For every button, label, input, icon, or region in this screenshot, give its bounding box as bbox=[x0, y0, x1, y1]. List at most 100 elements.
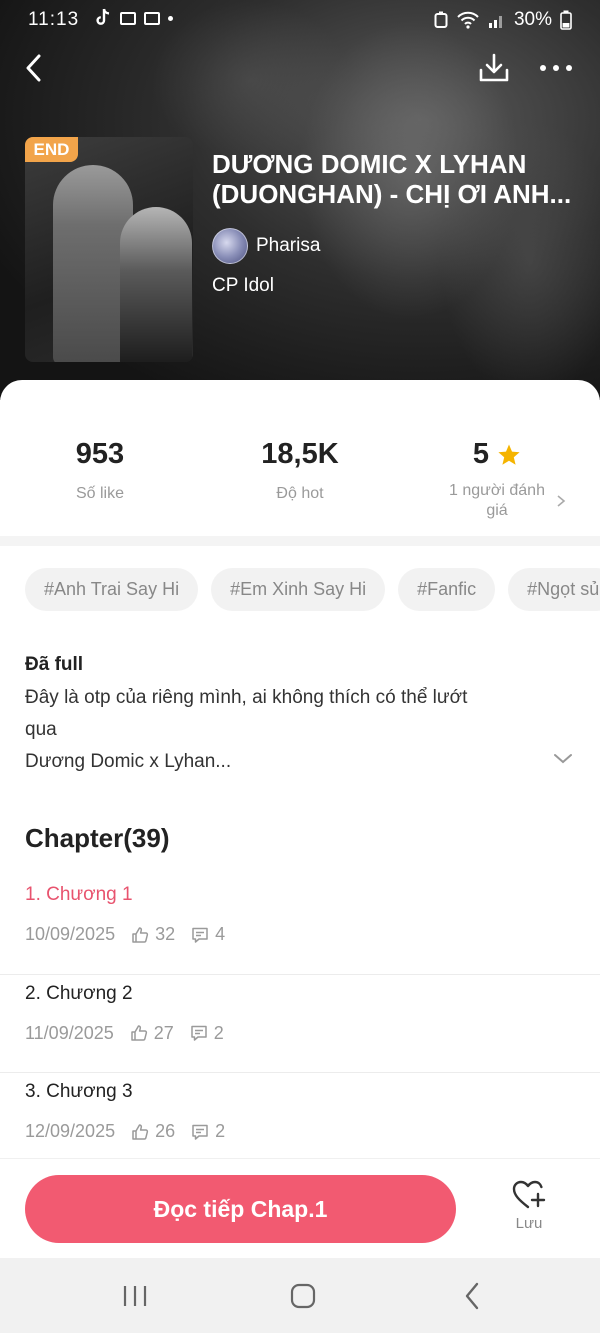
comment-icon bbox=[192, 927, 208, 943]
status-bar: 11:13 30% bbox=[0, 0, 600, 40]
tag-chip[interactable]: #Anh Trai Say Hi bbox=[25, 568, 199, 611]
section-divider bbox=[0, 536, 600, 546]
comment-icon bbox=[191, 1025, 207, 1041]
hero-banner: 11:13 30% END DƯƠNG DOMIC X LYHAN (DUONG… bbox=[0, 0, 600, 400]
home-button[interactable] bbox=[281, 1278, 325, 1314]
chapter-title: 1. Chương 1 bbox=[25, 884, 133, 905]
system-back-icon bbox=[465, 1282, 479, 1310]
home-icon bbox=[290, 1283, 316, 1309]
comments-group: 2 bbox=[191, 1121, 225, 1142]
chapter-date: 12/09/2025 bbox=[25, 1121, 116, 1141]
notification-icons bbox=[94, 8, 173, 28]
stat-value: 18,5K bbox=[261, 438, 339, 470]
likes-count: 32 bbox=[155, 924, 176, 944]
stat-label: Độ hot bbox=[276, 485, 324, 502]
heart-plus-icon bbox=[512, 1180, 546, 1209]
chapter-meta: 11/09/2025 27 2 bbox=[25, 1023, 224, 1044]
stat-label: Số like bbox=[75, 485, 125, 502]
stat-value: 5 bbox=[473, 438, 521, 471]
mail-icon bbox=[120, 11, 136, 25]
author-avatar bbox=[212, 228, 248, 264]
comments-group: 4 bbox=[191, 924, 225, 945]
recent-apps-button[interactable] bbox=[113, 1278, 157, 1314]
status-time: 11:13 bbox=[28, 9, 80, 30]
chapter-date: 11/09/2025 bbox=[25, 1022, 114, 1043]
tag-list: #Anh Trai Say Hi #Em Xinh Say Hi #Fanfic… bbox=[25, 568, 600, 611]
likes-group: 32 bbox=[131, 924, 175, 945]
description-line: Dương Domic x Lyhan... bbox=[25, 751, 232, 772]
chapters-header: Chapter(39) bbox=[25, 823, 170, 853]
stat-rating[interactable]: 5 1 người đánh giá bbox=[397, 438, 597, 521]
comments-count: 4 bbox=[215, 924, 226, 944]
book-title: DƯƠNG DOMIC X LYHAN (DUONGHAN) - CHỊ ƠI … bbox=[212, 149, 580, 211]
star-icon bbox=[498, 444, 520, 465]
likes-group: 26 bbox=[131, 1121, 175, 1142]
likes-count: 27 bbox=[153, 1022, 174, 1043]
more-button[interactable] bbox=[536, 48, 576, 88]
chapter-item[interactable]: 3. Chương 3 12/09/2025 26 2 bbox=[0, 1073, 600, 1172]
stat-value: 953 bbox=[75, 438, 125, 470]
likes-group: 27 bbox=[130, 1023, 174, 1044]
chapter-date: 10/09/2025 bbox=[25, 924, 116, 944]
comments-count: 2 bbox=[215, 1121, 226, 1141]
rating-value: 5 bbox=[472, 438, 490, 470]
chapter-title: 3. Chương 3 bbox=[25, 1081, 133, 1102]
tiktok-icon bbox=[96, 8, 110, 25]
chapter-meta: 10/09/2025 32 4 bbox=[25, 924, 225, 945]
save-button[interactable]: Lưu bbox=[490, 1179, 568, 1245]
system-back-button[interactable] bbox=[450, 1278, 494, 1314]
description-text: Đây là otp của riêng mình, ai không thíc… bbox=[25, 682, 555, 778]
description[interactable]: Đã full Đây là otp của riêng mình, ai kh… bbox=[25, 652, 555, 778]
back-button[interactable] bbox=[14, 48, 54, 88]
stat-hot: 18,5K Độ hot bbox=[200, 438, 400, 503]
description-line: Đây là otp của riêng mình, ai không thíc… bbox=[25, 687, 468, 708]
tag-chip[interactable]: #Ngọt sủ bbox=[508, 568, 600, 611]
chapter-item[interactable]: 1. Chương 1 10/09/2025 32 4 bbox=[0, 876, 600, 975]
cover-figure bbox=[120, 207, 192, 362]
author[interactable]: Pharisa bbox=[212, 228, 320, 264]
bottom-action-bar: Đọc tiếp Chap.1 Lưu bbox=[0, 1158, 600, 1258]
tag-chip[interactable]: #Em Xinh Say Hi bbox=[211, 568, 386, 611]
chapter-meta: 12/09/2025 26 2 bbox=[25, 1121, 225, 1142]
alarm-icon bbox=[434, 11, 448, 28]
continue-reading-button[interactable]: Đọc tiếp Chap.1 bbox=[25, 1175, 456, 1243]
comments-count: 2 bbox=[213, 1022, 224, 1043]
recent-apps-icon bbox=[123, 1286, 147, 1306]
chapter-list: 1. Chương 1 10/09/2025 32 4 2. Chương 2 … bbox=[0, 876, 600, 1172]
signal-icon bbox=[488, 16, 502, 28]
download-button[interactable] bbox=[474, 48, 514, 88]
description-status: Đã full bbox=[25, 654, 84, 675]
battery-percent: 30% bbox=[513, 9, 552, 30]
thumbs-up-icon bbox=[131, 1025, 147, 1041]
book-title-line: DƯƠNG DOMIC X LYHAN bbox=[212, 149, 527, 179]
wifi-icon bbox=[457, 11, 479, 29]
comments-group: 2 bbox=[190, 1023, 224, 1044]
tag-chip[interactable]: #Fanfic bbox=[398, 568, 496, 611]
book-cover[interactable] bbox=[25, 137, 193, 362]
chevron-right-icon bbox=[557, 495, 566, 507]
more-dots-icon bbox=[540, 65, 572, 71]
thumbs-up-icon bbox=[132, 926, 149, 943]
stat-label: 1 người đánh giá bbox=[449, 482, 545, 519]
book-title-line: (DUONGHAN) - CHỊ ƠI ANH... bbox=[212, 179, 572, 209]
gallery-icon bbox=[144, 11, 160, 25]
download-icon bbox=[479, 53, 509, 82]
chapter-title: 2. Chương 2 bbox=[25, 982, 133, 1004]
description-line: qua bbox=[25, 719, 57, 740]
category-label[interactable]: CP Idol bbox=[212, 275, 274, 297]
comment-icon bbox=[192, 1124, 208, 1140]
chevron-down-icon[interactable] bbox=[552, 752, 574, 766]
end-badge: END bbox=[25, 137, 78, 162]
content-sheet: 953 Số like 18,5K Độ hot 5 1 người đánh … bbox=[0, 380, 600, 1260]
save-label: Lưu bbox=[515, 1215, 543, 1232]
stats-row: 953 Số like 18,5K Độ hot 5 1 người đánh … bbox=[0, 380, 600, 536]
thumbs-up-icon bbox=[132, 1123, 149, 1140]
battery-icon bbox=[560, 10, 572, 30]
more-notifications-dot bbox=[168, 15, 173, 21]
system-nav-bar bbox=[0, 1258, 600, 1333]
stat-likes: 953 Số like bbox=[0, 438, 200, 503]
likes-count: 26 bbox=[155, 1121, 176, 1141]
chapter-item[interactable]: 2. Chương 2 11/09/2025 27 2 bbox=[0, 975, 600, 1073]
status-right: 30% bbox=[434, 9, 572, 31]
back-arrow-icon bbox=[26, 54, 41, 82]
